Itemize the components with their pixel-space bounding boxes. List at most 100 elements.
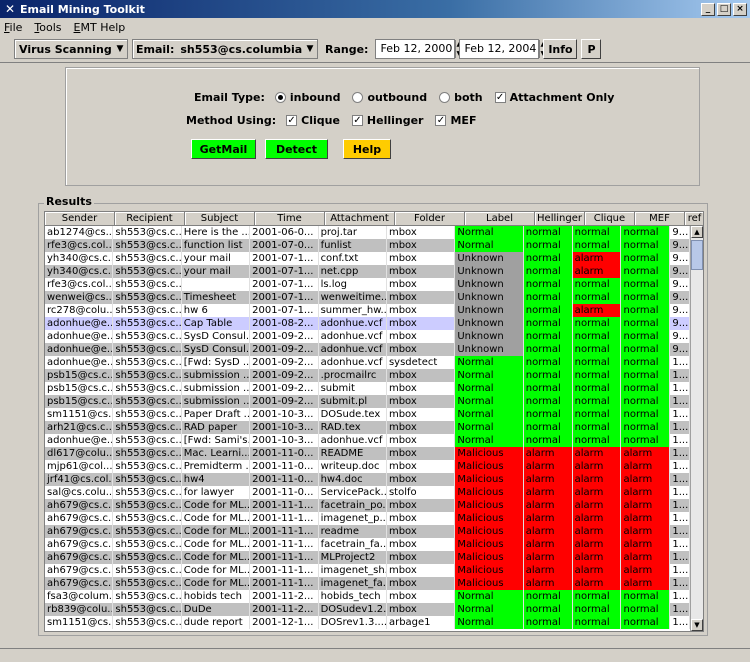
cell-subject: dude report [182, 616, 251, 629]
cell-hellinger: normal [523, 252, 573, 265]
cell-subject: Code for ML... [183, 564, 251, 577]
p-button[interactable]: P [581, 39, 602, 59]
cell-ref: 1... [672, 356, 690, 369]
cell-time: 2001-11-0... [250, 447, 319, 460]
table-row[interactable]: ah679@cs.c... sh553@cs.c... Code for ML...… [45, 525, 690, 538]
scroll-up-icon[interactable]: ▲ [691, 226, 703, 238]
column-header-hellinger[interactable]: Hellinger [535, 212, 585, 226]
cell-folder: mbox [386, 239, 456, 252]
table-row[interactable]: ah679@cs.c... sh553@cs.c... Code for ML...… [45, 512, 690, 525]
cell-time: 2001-11-1... [250, 499, 319, 512]
table-row[interactable]: adonhue@e... sh553@cs.c... SysD Consul... 2… [45, 343, 690, 356]
table-row[interactable]: mjp61@col... sh553@cs.c... Premidterm ... 2… [45, 460, 690, 473]
column-header-sender[interactable]: Sender [45, 212, 115, 226]
column-header-ref[interactable]: ref [685, 212, 703, 226]
cell-attachment: adonhue.vcf [319, 356, 387, 369]
table-row[interactable]: sm1151@cs... sh553@cs.c... dude report 2001… [45, 616, 690, 629]
table-row[interactable]: sal@cs.colu... sh553@cs.c... for lawyer 200… [45, 486, 690, 499]
table-row[interactable]: ah679@cs.c... sh553@cs.c... Code for ML...… [45, 551, 690, 564]
column-header-subject[interactable]: Subject [185, 212, 255, 226]
cell-hellinger: normal [523, 278, 573, 291]
cell-clique: alarm [572, 486, 622, 499]
range-end-spinner[interactable]: Feb 12, 2004 ▲▼ [459, 39, 546, 59]
table-row[interactable]: psb15@cs.c... sh553@cs.c... submission ...… [45, 369, 690, 382]
cell-subject: Premidterm ... [183, 460, 251, 473]
scroll-down-icon[interactable]: ▼ [691, 619, 703, 631]
table-row[interactable]: rc278@colu... sh553@cs.c... hw 6 2001-07-1.… [45, 304, 690, 317]
table-row[interactable]: dl617@colu... sh553@cs.c... Mac. Learni...… [45, 447, 690, 460]
maximize-button[interactable]: □ [717, 2, 731, 16]
table-row[interactable]: fsa3@colum... sh553@cs.c... hobids tech 200… [45, 590, 690, 603]
column-header-attachment[interactable]: Attachment [325, 212, 395, 226]
menu-tools[interactable]: Tools [34, 21, 61, 34]
cell-clique: alarm [572, 538, 622, 551]
close-button[interactable]: × [733, 2, 747, 16]
table-row[interactable]: adonhue@e... sh553@cs.c... [Fwd: SysD ... 2… [45, 356, 690, 369]
range-start-spinner[interactable]: Feb 12, 2000 ▲▼ [375, 39, 462, 59]
table-row[interactable]: adonhue@e... sh553@cs.c... [Fwd: Sami's...… [45, 434, 690, 447]
cell-mef: normal [621, 590, 671, 603]
email-dropdown[interactable]: Email: sh553@cs.columbia.edu ▼ [132, 39, 318, 59]
cell-mef: alarm [621, 447, 671, 460]
cell-attachment: submit [319, 382, 387, 395]
cell-mef: normal [621, 239, 671, 252]
cell-recipient: sh553@cs.c... [115, 304, 182, 317]
cell-clique: alarm [572, 265, 622, 278]
email-type-radio-inbound[interactable]: inbound [274, 91, 340, 104]
table-row[interactable]: ah679@cs.c... sh553@cs.c... Code for ML...… [45, 577, 690, 590]
method-checkbox-clique[interactable]: ✓ Clique [286, 114, 340, 127]
cell-ref: 9... [670, 343, 690, 356]
vertical-scrollbar[interactable]: ▲ ▼ [690, 226, 703, 631]
cell-hellinger: normal [523, 265, 573, 278]
table-row[interactable]: ah679@cs.c... sh553@cs.c... Code for ML...… [45, 499, 690, 512]
info-button[interactable]: Info [543, 39, 578, 59]
table-row[interactable]: ah679@cs.c... sh553@cs.c... Code for ML...… [45, 564, 690, 577]
email-type-row: Email Type: inbound outbound both ✓ Attach… [194, 91, 626, 104]
column-header-clique[interactable]: Clique [585, 212, 635, 226]
cell-label: Unknown [455, 252, 524, 265]
table-row[interactable]: psb15@cs.c... sh553@cs.c... submission ...… [45, 382, 690, 395]
column-header-folder[interactable]: Folder [395, 212, 465, 226]
table-row[interactable]: wenwei@cs... sh553@cs.c... Timesheet 2001-0… [45, 291, 690, 304]
table-row[interactable]: adonhue@e... sh553@cs.c... SysD Consul... 2… [45, 330, 690, 343]
cell-subject: function list [181, 239, 251, 252]
table-row[interactable]: arh21@cs.c... sh553@cs.c... RAD paper 2001-… [45, 421, 690, 434]
column-header-mef[interactable]: MEF [635, 212, 685, 226]
results-table[interactable]: Sender Recipient Subject Time Attachment Fold… [44, 211, 704, 632]
cell-hellinger: alarm [523, 460, 573, 473]
scroll-thumb[interactable] [691, 240, 703, 270]
table-row[interactable]: yh340@cs.c... sh553@cs.c... your mail 2001-… [45, 265, 690, 278]
column-header-time[interactable]: Time [255, 212, 325, 226]
detect-button[interactable]: Detect [265, 139, 328, 159]
method-checkbox-hellinger[interactable]: ✓ Hellinger [351, 114, 423, 127]
attachment-only-checkbox[interactable]: ✓ Attachment Only [494, 91, 614, 104]
email-type-radio-both[interactable]: both [439, 91, 483, 104]
cell-mef: alarm [621, 499, 671, 512]
cell-attachment: adonhue.vcf [319, 330, 387, 343]
table-row[interactable]: adonhue@e... sh553@cs.c... Cap Table 2001-0… [45, 317, 690, 330]
menu-label-rest: MT Help [80, 20, 126, 34]
cell-label: Unknown [455, 330, 524, 343]
cell-subject: submission ... [181, 395, 251, 408]
menu-emt-help[interactable]: EMT Help [74, 21, 126, 34]
cell-attachment: imagenet_fa... [318, 577, 387, 590]
table-row[interactable]: psb15@cs.c... sh553@cs.c... submission ...… [45, 395, 690, 408]
column-header-label[interactable]: Label [465, 212, 535, 226]
email-type-radio-outbound[interactable]: outbound [352, 91, 427, 104]
getmail-button[interactable]: GetMail [191, 139, 256, 159]
minimize-button[interactable]: _ [701, 2, 715, 16]
table-row[interactable]: ah679@cs.c... sh553@cs.c... Code for ML...… [45, 538, 690, 551]
method-checkbox-mef[interactable]: ✓ MEF [435, 114, 476, 127]
table-row[interactable]: sm1151@cs... sh553@cs.c... Paper Draft ...… [45, 408, 690, 421]
cell-folder: mbox [387, 278, 456, 291]
table-row[interactable]: rfe3@cs.col... sh553@cs.c... function list… [45, 239, 690, 252]
table-row[interactable]: rb839@colu... sh553@cs.c... DuDe 2001-11-2.… [45, 603, 690, 616]
help-button[interactable]: Help [343, 139, 391, 159]
mode-dropdown[interactable]: Virus Scanning ▼ [14, 39, 128, 59]
table-row[interactable]: jrf41@cs.col... sh553@cs.c... hw4 2001-11-0… [45, 473, 690, 486]
table-row[interactable]: rfe3@cs.col... sh553@cs.c... 2001-07-1... l… [45, 278, 690, 291]
table-row[interactable]: ab1274@cs... sh553@cs.c... Here is the ...… [45, 226, 690, 239]
menu-file[interactable]: File [4, 21, 22, 34]
table-row[interactable]: yh340@cs.c... sh553@cs.c... your mail 2001-… [45, 252, 690, 265]
column-header-recipient[interactable]: Recipient [115, 212, 185, 226]
